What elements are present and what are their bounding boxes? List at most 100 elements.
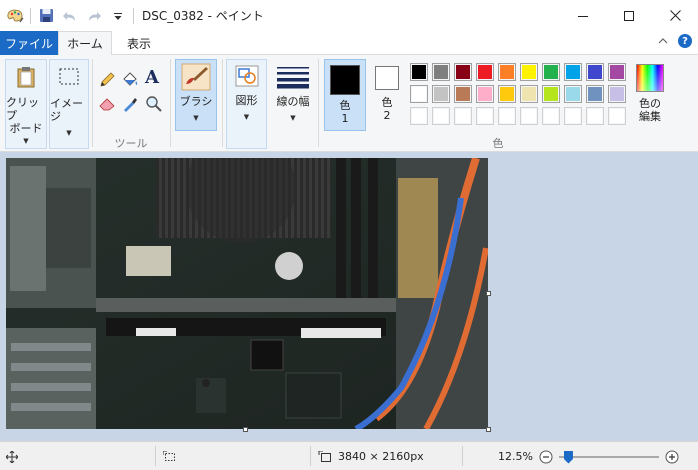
palette-swatch[interactable] — [586, 107, 604, 125]
palette-swatch[interactable] — [542, 85, 560, 103]
zoom-slider[interactable] — [558, 450, 659, 464]
palette-swatch-color — [500, 65, 514, 79]
move-cursor-icon — [6, 450, 18, 463]
palette-swatch[interactable] — [608, 85, 626, 103]
palette-swatch[interactable] — [520, 63, 538, 81]
tab-file[interactable]: ファイル — [0, 31, 58, 55]
qat-divider — [30, 7, 31, 24]
palette-swatch[interactable] — [410, 107, 428, 125]
canvas-workspace — [0, 152, 698, 441]
zoom-slider-track — [558, 455, 659, 458]
quick-access-toolbar — [0, 0, 134, 31]
palette-swatch-color — [500, 87, 514, 101]
palette-swatch[interactable] — [410, 63, 428, 81]
chevron-down-icon: ▼ — [243, 113, 250, 121]
palette-swatch-color — [478, 65, 492, 79]
palette-swatch[interactable] — [586, 63, 604, 81]
status-divider — [462, 446, 463, 466]
palette-swatch[interactable] — [454, 63, 472, 81]
resize-handle-corner[interactable] — [486, 427, 491, 432]
palette-swatch-color — [412, 65, 426, 79]
close-button[interactable] — [652, 0, 698, 31]
shapes-button[interactable]: 図形 ▼ — [226, 59, 267, 149]
resize-handle-bottom[interactable] — [243, 427, 248, 432]
save-icon[interactable] — [37, 7, 55, 25]
clipboard-label-2: ボード — [9, 122, 43, 135]
clipboard-button[interactable]: クリップ ボード ▼ — [5, 59, 47, 149]
color1-label-2: 1 — [341, 112, 349, 125]
maximize-button[interactable] — [606, 0, 652, 31]
palette-swatch[interactable] — [432, 85, 450, 103]
palette-swatch[interactable] — [608, 107, 626, 125]
zoom-out-icon[interactable] — [539, 450, 553, 464]
ribbon-tab-row: ファイル ホーム 表示 ? — [0, 31, 698, 55]
palette-swatch[interactable] — [476, 63, 494, 81]
palette-swatch-color — [544, 87, 558, 101]
image-button[interactable]: イメージ ▼ — [49, 59, 89, 149]
palette-swatch[interactable] — [498, 63, 516, 81]
palette-swatch[interactable] — [564, 63, 582, 81]
palette-swatch[interactable] — [454, 107, 472, 125]
palette-swatch[interactable] — [498, 85, 516, 103]
tools-group-label: ツール — [114, 137, 148, 150]
color2-label-2: 2 — [383, 109, 391, 122]
minimize-button[interactable] — [560, 0, 606, 31]
tab-view[interactable]: 表示 — [112, 31, 166, 55]
image-size-icon — [318, 450, 331, 462]
magnifier-icon[interactable] — [145, 95, 163, 113]
palette-swatch[interactable] — [432, 63, 450, 81]
cursor-position — [6, 442, 18, 470]
eraser-icon[interactable] — [98, 95, 116, 113]
ribbon-divider — [318, 59, 319, 147]
palette-swatch[interactable] — [520, 85, 538, 103]
palette-swatch[interactable] — [564, 85, 582, 103]
zoom-slider-thumb[interactable] — [563, 450, 573, 464]
minimize-icon — [578, 15, 588, 17]
chevron-down-icon: ▼ — [193, 114, 199, 122]
undo-icon[interactable] — [61, 7, 79, 25]
palette-swatch-color — [544, 109, 558, 123]
edit-colors-button[interactable]: 色の 編集 — [630, 59, 670, 139]
customize-qat-icon[interactable] — [109, 7, 127, 25]
palette-swatch[interactable] — [608, 63, 626, 81]
palette-swatch[interactable] — [586, 85, 604, 103]
pencil-icon[interactable] — [98, 71, 116, 89]
redo-icon[interactable] — [85, 7, 103, 25]
chevron-down-icon: ▼ — [23, 137, 29, 145]
qat-divider — [133, 7, 134, 24]
color2-button[interactable]: 色 2 — [368, 59, 406, 131]
line-width-icon — [277, 67, 309, 89]
palette-swatch-color — [588, 87, 602, 101]
resize-handle-right[interactable] — [486, 291, 491, 296]
image-canvas[interactable] — [6, 158, 488, 429]
tab-home[interactable]: ホーム — [58, 31, 112, 55]
palette-swatch[interactable] — [564, 107, 582, 125]
color2-swatch — [375, 66, 399, 90]
fill-bucket-icon[interactable] — [121, 71, 139, 89]
palette-swatch[interactable] — [410, 85, 428, 103]
palette-swatch-color — [478, 87, 492, 101]
palette-swatch[interactable] — [542, 63, 560, 81]
color1-button[interactable]: 色 1 — [324, 59, 366, 131]
zoom-in-icon[interactable] — [665, 450, 679, 464]
palette-swatch[interactable] — [542, 107, 560, 125]
paint-app-icon[interactable] — [6, 7, 24, 25]
palette-swatch[interactable] — [476, 85, 494, 103]
ribbon-divider — [222, 59, 223, 147]
help-icon[interactable]: ? — [678, 34, 692, 48]
palette-swatch[interactable] — [454, 85, 472, 103]
text-tool-icon[interactable]: A — [145, 67, 159, 88]
brush-button[interactable]: ブラシ ▼ — [175, 59, 217, 131]
collapse-ribbon-icon[interactable] — [658, 37, 668, 45]
title-bar: DSC_0382 - ペイント — [0, 0, 698, 31]
brush-icon — [181, 63, 211, 91]
palette-swatch[interactable] — [432, 107, 450, 125]
status-divider — [310, 446, 311, 466]
palette-swatch[interactable] — [498, 107, 516, 125]
maximize-icon — [624, 10, 634, 21]
palette-swatch-color — [522, 109, 536, 123]
line-width-button[interactable]: 線の幅 ▼ — [271, 59, 315, 149]
palette-swatch[interactable] — [476, 107, 494, 125]
palette-swatch[interactable] — [520, 107, 538, 125]
color-picker-icon[interactable] — [121, 95, 139, 113]
